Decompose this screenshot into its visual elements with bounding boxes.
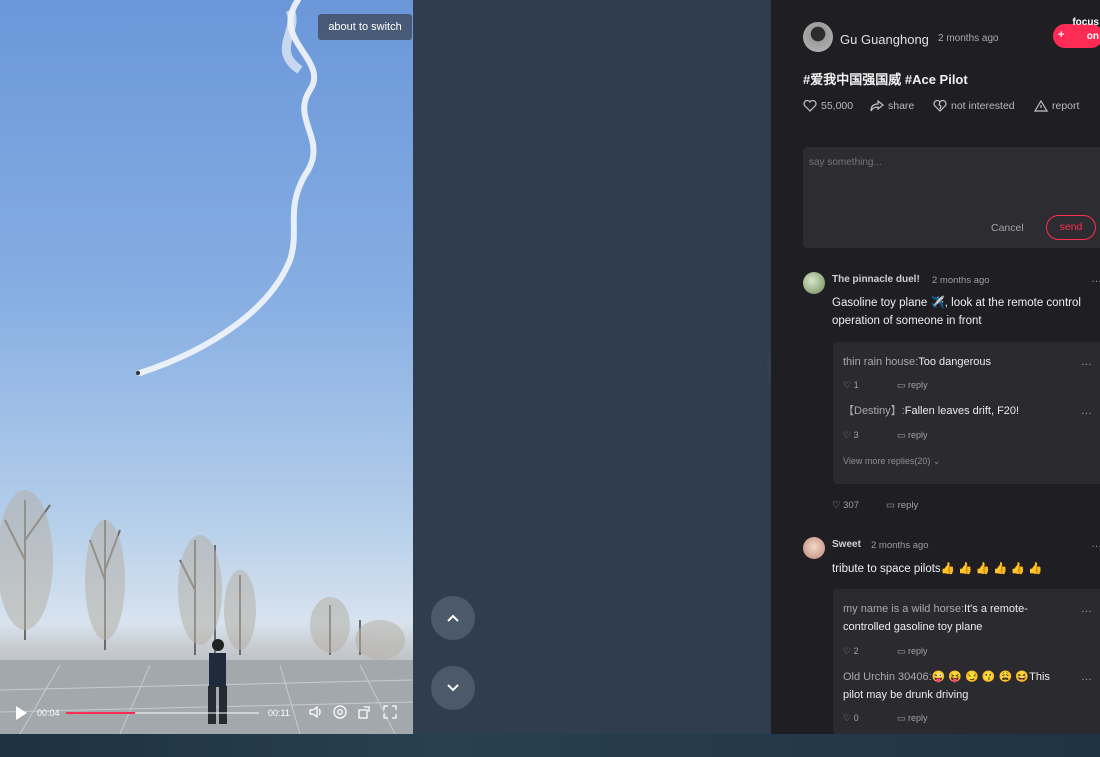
commenter-avatar[interactable]: [803, 272, 825, 294]
comment-placeholder: say something...: [809, 157, 882, 168]
video-frame: [0, 0, 413, 734]
comment-like-button[interactable]: ♡ 307: [832, 500, 859, 511]
reply-like-button[interactable]: ♡ 2: [843, 646, 859, 657]
commenter-name[interactable]: The pinnacle duel!: [832, 274, 920, 285]
reply-label: reply: [908, 380, 928, 390]
comment-text: tribute to space pilots👍 👍 👍 👍 👍 👍: [832, 563, 1043, 575]
more-options-icon[interactable]: …: [1081, 405, 1092, 417]
video-controls: 00:04 00:11: [0, 700, 413, 726]
video-player[interactable]: about to switch 00:04 00:11: [0, 0, 413, 734]
like-count: 55,000: [821, 100, 854, 112]
taskbar: [0, 734, 1100, 757]
send-button[interactable]: send: [1046, 215, 1096, 240]
reply-like-button[interactable]: ♡ 3: [843, 430, 859, 441]
chevron-up-icon: [447, 614, 459, 622]
more-options-icon[interactable]: …: [1081, 603, 1092, 615]
broken-heart-icon: [933, 100, 947, 112]
share-icon: [870, 100, 884, 112]
reply-text: Old Urchin 30406:😜 😝 😏 😗 😩 😆This pilot m…: [843, 668, 1073, 704]
reply-content: Fallen leaves drift, F20!: [904, 405, 1020, 417]
report-button[interactable]: report: [1034, 100, 1079, 112]
more-options-icon[interactable]: …: [1091, 538, 1100, 550]
author-name[interactable]: Gu Guanghong: [840, 32, 929, 47]
comment-like-count: 307: [843, 500, 860, 511]
share-button[interactable]: share: [870, 100, 914, 112]
reply-author[interactable]: Old Urchin 30406:: [843, 671, 932, 683]
not-interested-label: not interested: [951, 100, 1015, 112]
comment-panel: Gu Guanghong 2 months ago + focus on #爱我…: [771, 0, 1100, 734]
comment-time: 2 months ago: [871, 540, 929, 551]
comment-time: 2 months ago: [932, 275, 990, 286]
reply-button[interactable]: ▭ reply: [897, 380, 928, 391]
report-label: report: [1052, 100, 1080, 112]
volume-icon[interactable]: [308, 704, 324, 720]
video-caption: #爱我中国强国威 #Ace Pilot: [803, 72, 968, 87]
feed-background: ›: [413, 0, 787, 734]
warning-icon: [1034, 100, 1048, 112]
reply-author[interactable]: thin rain house:: [843, 356, 918, 368]
reply-button[interactable]: ▭ reply: [897, 430, 928, 441]
comment-text: Gasoline toy plane ✈️, look at the remot…: [832, 297, 1081, 327]
reply-like-count: 0: [853, 713, 859, 723]
total-time: 00:11: [268, 708, 290, 718]
commenter-avatar[interactable]: [803, 537, 825, 559]
switch-tooltip: about to switch: [318, 14, 412, 40]
not-interested-button[interactable]: not interested: [933, 100, 1015, 112]
settings-icon[interactable]: [332, 704, 348, 720]
comment-reply-button[interactable]: ▭ reply: [886, 500, 918, 511]
follow-button[interactable]: + focus on: [1053, 17, 1100, 48]
author-avatar[interactable]: [803, 22, 833, 52]
reply-label: reply: [908, 713, 928, 723]
reply-author[interactable]: 【Destiny】:: [843, 405, 905, 417]
progress-fill: [66, 712, 136, 714]
reply-like-button[interactable]: ♡ 1: [843, 380, 859, 391]
reply-label: reply: [908, 430, 928, 440]
more-options-icon[interactable]: …: [1091, 273, 1100, 285]
cancel-button[interactable]: Cancel: [991, 222, 1024, 234]
commenter-name[interactable]: Sweet: [832, 539, 861, 550]
more-options-icon[interactable]: …: [1081, 671, 1092, 683]
reply-like-count: 2: [853, 646, 859, 656]
reply-like-button[interactable]: ♡ 0: [843, 713, 859, 724]
reply-label: reply: [897, 500, 919, 511]
rotate-icon[interactable]: [357, 704, 373, 720]
reply-thread: my name is a wild horse:It's a remote-co…: [833, 589, 1100, 734]
reply-button[interactable]: ▭ reply: [897, 713, 928, 724]
reply-text: 【Destiny】:Fallen leaves drift, F20!: [843, 402, 1073, 420]
play-icon[interactable]: [16, 706, 27, 720]
reply-label: reply: [908, 646, 928, 656]
next-video-button[interactable]: [431, 666, 475, 710]
plus-icon: +: [1058, 29, 1065, 41]
follow-label: focus on: [1072, 17, 1099, 42]
like-button[interactable]: 55,000: [803, 100, 853, 112]
view-more-replies-link[interactable]: View more replies(20) ⌄: [843, 456, 940, 467]
author-post-time: 2 months ago: [938, 33, 999, 44]
reply-button[interactable]: ▭ reply: [897, 646, 928, 657]
app-root: about to switch 00:04 00:11 Gu Guanghong…: [0, 0, 1100, 757]
more-options-icon[interactable]: …: [1081, 356, 1092, 368]
share-label: share: [888, 100, 915, 112]
reply-like-count: 1: [853, 380, 859, 390]
previous-video-button[interactable]: [431, 596, 475, 640]
fullscreen-icon[interactable]: [382, 704, 398, 720]
reply-text: thin rain house:Too dangerous: [843, 353, 1073, 371]
reply-text: my name is a wild horse:It's a remote-co…: [843, 600, 1073, 636]
reply-thread: thin rain house:Too dangerous … ♡ 1 ▭ re…: [833, 342, 1100, 484]
current-time: 00:04: [37, 708, 60, 718]
view-more-label: View more replies(20): [843, 456, 931, 466]
reply-author[interactable]: my name is a wild horse:: [843, 603, 964, 615]
heart-icon: [803, 100, 817, 112]
progress-bar[interactable]: [66, 712, 259, 714]
reply-like-count: 3: [853, 430, 859, 440]
chevron-down-icon: [447, 684, 459, 692]
comment-input[interactable]: say something... Cancel send: [803, 147, 1100, 248]
reply-content: Too dangerous: [918, 356, 991, 368]
